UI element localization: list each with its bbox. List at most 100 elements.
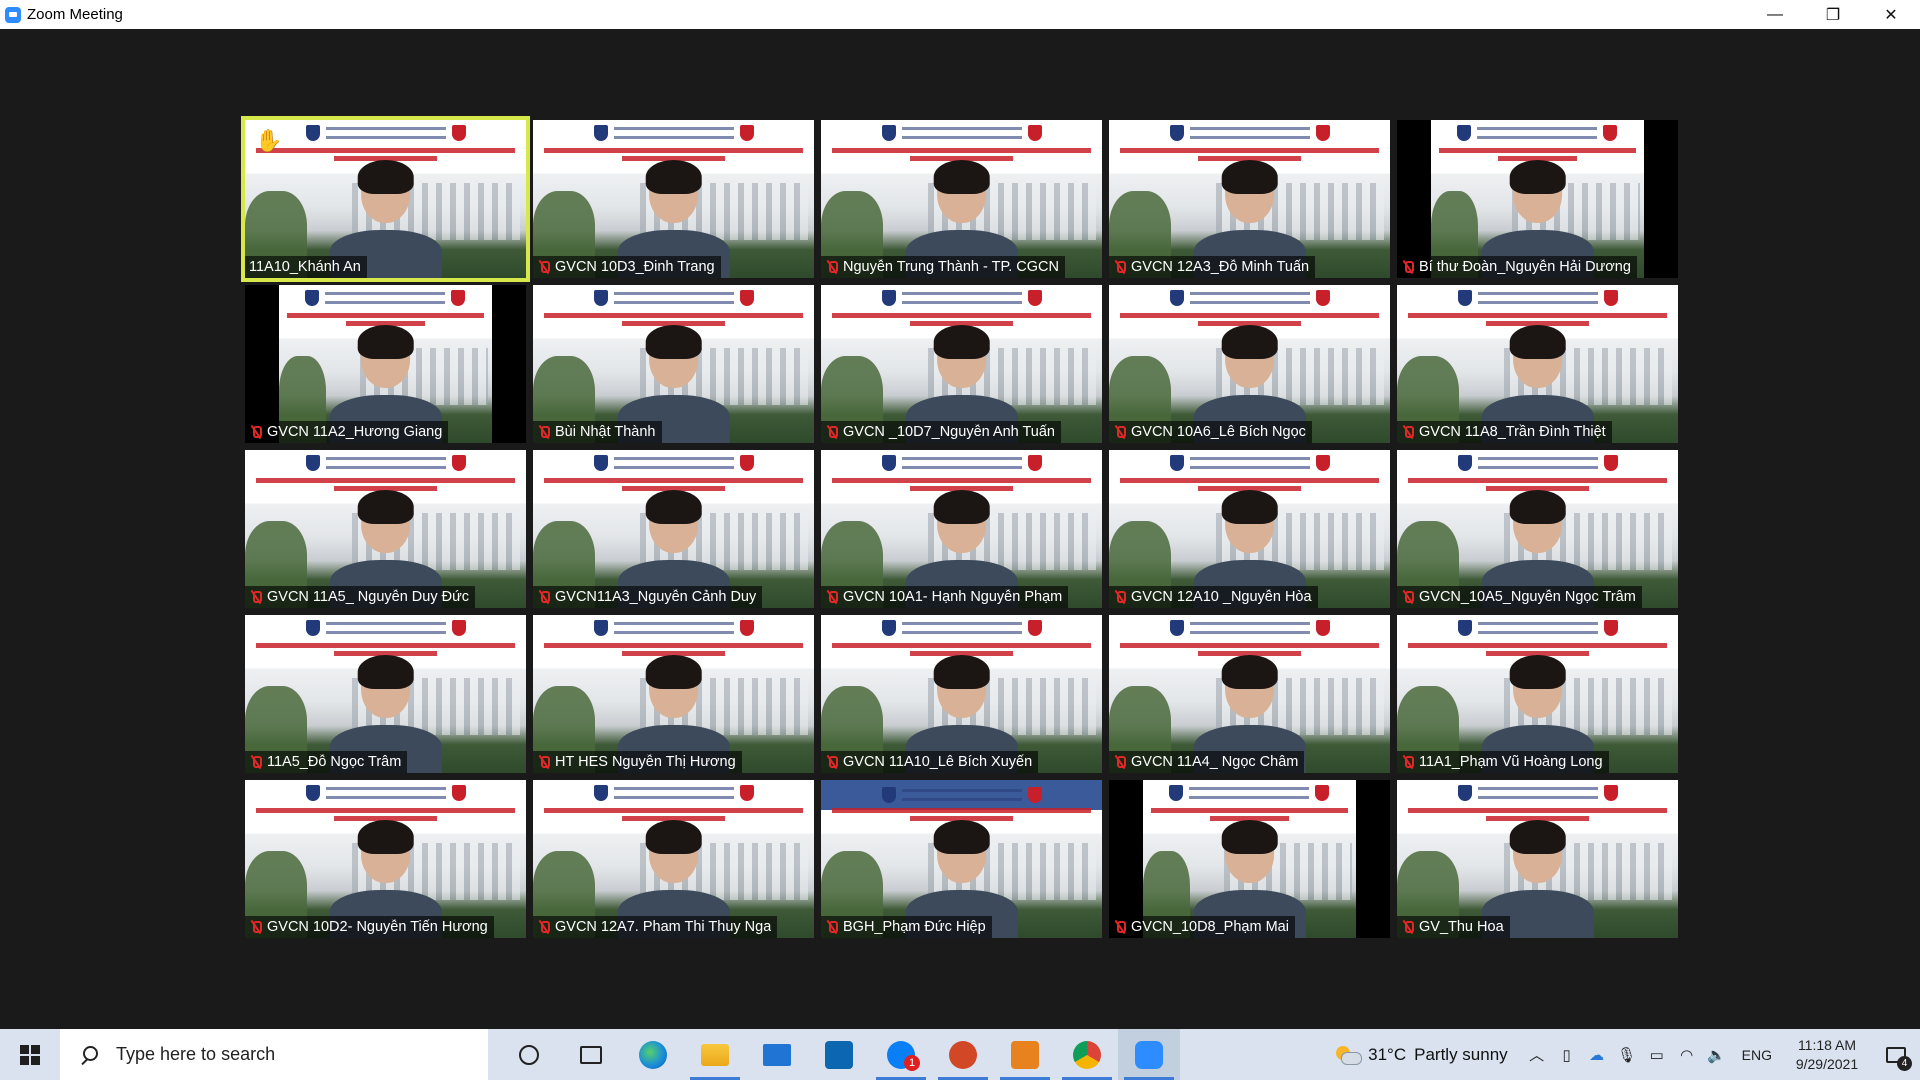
muted-mic-icon [249, 590, 263, 604]
meeting-area: ✋ 11A10_Khánh An GVCN 10D3_Đinh Trang Nguyễ… [0, 29, 1920, 1029]
minimize-button[interactable]: — [1746, 0, 1804, 29]
edge-button[interactable] [622, 1029, 684, 1080]
participant-name-label: 11A1_Phạm Vũ Hoàng Long [1397, 751, 1609, 773]
zoom-button[interactable] [1118, 1029, 1180, 1080]
participant-tile[interactable]: GVCN _10D7_Nguyễn Anh Tuấn [821, 285, 1102, 443]
participant-tile[interactable]: GVCN 12A7. Pham Thi Thuy Nga [533, 780, 814, 938]
muted-mic-icon [825, 425, 839, 439]
participant-name: GVCN 11A8_Trần Đình Thiệt [1419, 424, 1606, 440]
participant-tile[interactable]: GVCN11A3_Nguyễn Cảnh Duy [533, 450, 814, 608]
language-indicator[interactable]: ENG [1742, 1047, 1772, 1063]
participant-name: GVCN 12A7. Pham Thi Thuy Nga [555, 919, 772, 935]
participant-tile[interactable]: GVCN 11A10_Lê Bích Xuyến [821, 615, 1102, 773]
participant-tile[interactable]: ✋ 11A10_Khánh An [241, 116, 530, 282]
participant-name-label: GVCN 10A6_Lê Bích Ngọc [1109, 421, 1312, 443]
muted-mic-icon [249, 920, 263, 934]
participant-name: Bí thư Đoàn_Nguyễn Hải Dương [1419, 259, 1631, 275]
participant-name: GVCN11A3_Nguyễn Cảnh Duy [555, 589, 757, 605]
zalo-button[interactable]: 1 [870, 1029, 932, 1080]
clock[interactable]: 11:18 AM 9/29/2021 [1782, 1036, 1872, 1074]
participant-name-label: HT HES Nguyễn Thị Hương [533, 751, 742, 773]
participant-tile[interactable]: GVCN 11A5_ Nguyễn Duy Đức [245, 450, 526, 608]
task-view-button[interactable] [560, 1029, 622, 1080]
participant-name-label: GVCN11A3_Nguyễn Cảnh Duy [533, 586, 763, 608]
muted-mic-icon [1401, 590, 1415, 604]
muted-mic-icon [1113, 425, 1127, 439]
participant-name-label: GV_Thu Hoa [1397, 916, 1510, 938]
volume-icon[interactable]: 🔈 [1702, 1029, 1732, 1080]
participant-tile[interactable]: Bùi Nhật Thành [533, 285, 814, 443]
participant-name-label: Bùi Nhật Thành [533, 421, 662, 443]
participant-tile[interactable]: GVCN 12A10 _Nguyễn Hòa [1109, 450, 1390, 608]
participant-tile[interactable]: Bí thư Đoàn_Nguyễn Hải Dương [1397, 120, 1678, 278]
weather-widget[interactable]: 31°C Partly sunny [1336, 1045, 1508, 1065]
weather-temp: 31°C [1368, 1044, 1407, 1064]
muted-mic-icon [537, 260, 551, 274]
participant-tile[interactable]: GV_Thu Hoa [1397, 780, 1678, 938]
muted-mic-icon [825, 755, 839, 769]
dell-button[interactable] [808, 1029, 870, 1080]
cortana-button[interactable] [498, 1029, 560, 1080]
participant-name-label: 11A10_Khánh An [245, 256, 367, 278]
dell-icon [825, 1040, 853, 1069]
clock-time: 11:18 AM [1797, 1036, 1857, 1053]
participant-tile[interactable]: GVCN_10A5_Nguyễn Ngọc Trâm [1397, 450, 1678, 608]
muted-mic-icon [825, 260, 839, 274]
close-button[interactable]: ✕ [1862, 0, 1920, 29]
participant-tile[interactable]: GVCN 10A1- Hạnh Nguyễn Phạm [821, 450, 1102, 608]
chrome-button[interactable] [1056, 1029, 1118, 1080]
participant-tile[interactable]: GVCN_10D8_Phạm Mai [1109, 780, 1390, 938]
show-hidden-icons-chevron-up-icon[interactable]: ︿ [1522, 1029, 1552, 1080]
participant-name-label: GVCN 11A10_Lê Bích Xuyến [821, 751, 1039, 773]
muted-mic-icon [249, 425, 263, 439]
action-center-button[interactable]: 4 [1872, 1029, 1920, 1080]
participant-name-label: GVCN 11A2_Hương Giang [245, 421, 449, 443]
participant-tile[interactable]: GVCN 10D2- Nguyễn Tiến Hương [245, 780, 526, 938]
participant-name-label: GVCN 11A5_ Nguyễn Duy Đức [245, 586, 476, 608]
participant-name-label: Bí thư Đoàn_Nguyễn Hải Dương [1397, 256, 1637, 278]
participant-tile[interactable]: Nguyễn Trung Thành - TP. CGCN [821, 120, 1102, 278]
start-button[interactable] [0, 1029, 60, 1080]
microphone-icon[interactable]: 🎙 [1612, 1029, 1642, 1080]
clock-date: 9/29/2021 [1795, 1055, 1859, 1072]
participant-name-label: GVCN 12A3_Đỗ Minh Tuấn [1109, 256, 1316, 278]
pdf-button[interactable] [994, 1029, 1056, 1080]
raised-hand-icon: ✋ [255, 128, 283, 153]
participant-name: BGH_Phạm Đức Hiệp [843, 919, 986, 935]
participant-tile[interactable]: GVCN 10D3_Đinh Trang [533, 120, 814, 278]
file-explorer-button[interactable] [684, 1029, 746, 1080]
search-input[interactable] [116, 1044, 456, 1065]
participant-name: GVCN 10D2- Nguyễn Tiến Hương [267, 919, 488, 935]
windows-logo-icon [20, 1044, 40, 1065]
zoom-icon [1135, 1040, 1163, 1069]
battery-icon[interactable]: ▭ [1642, 1029, 1672, 1080]
participant-name-label: GVCN _10D7_Nguyễn Anh Tuấn [821, 421, 1061, 443]
taskbar-search[interactable] [60, 1029, 488, 1080]
powerpoint-button[interactable] [932, 1029, 994, 1080]
wifi-icon[interactable]: ◠ [1672, 1029, 1702, 1080]
onedrive-cloud-icon[interactable]: ☁ [1582, 1029, 1612, 1080]
task-view-icon [580, 1045, 602, 1064]
system-tray: 31°C Partly sunny ︿ ▯ ☁ 🎙 ▭ ◠ 🔈 ENG 11:1… [1336, 1029, 1920, 1080]
participant-name: Bùi Nhật Thành [555, 424, 656, 440]
mail-button[interactable] [746, 1029, 808, 1080]
participant-tile[interactable]: BGH_Phạm Đức Hiệp [821, 780, 1102, 938]
device-icon[interactable]: ▯ [1552, 1029, 1582, 1080]
participant-name-label: GVCN_10A5_Nguyễn Ngọc Trâm [1397, 586, 1642, 608]
participant-name-label: GVCN 11A4_ Ngọc Châm [1109, 751, 1305, 773]
restore-button[interactable]: ❐ [1804, 0, 1862, 29]
participant-name: GVCN 12A10 _Nguyễn Hòa [1131, 589, 1312, 605]
participant-tile[interactable]: 11A5_Đỗ Ngọc Trâm [245, 615, 526, 773]
participant-tile[interactable]: GVCN 12A3_Đỗ Minh Tuấn [1109, 120, 1390, 278]
muted-mic-icon [1401, 920, 1415, 934]
participant-name: GVCN 10A6_Lê Bích Ngọc [1131, 424, 1306, 440]
participant-tile[interactable]: GVCN 11A4_ Ngọc Châm [1109, 615, 1390, 773]
participant-tile[interactable]: GVCN 10A6_Lê Bích Ngọc [1109, 285, 1390, 443]
participant-tile[interactable]: GVCN 11A8_Trần Đình Thiệt [1397, 285, 1678, 443]
participant-tile[interactable]: GVCN 11A2_Hương Giang [245, 285, 526, 443]
mail-icon [763, 1043, 791, 1066]
participant-tile[interactable]: 11A1_Phạm Vũ Hoàng Long [1397, 615, 1678, 773]
participant-name: GVCN 11A4_ Ngọc Châm [1131, 754, 1299, 770]
participant-name-label: 11A5_Đỗ Ngọc Trâm [245, 751, 408, 773]
participant-tile[interactable]: HT HES Nguyễn Thị Hương [533, 615, 814, 773]
